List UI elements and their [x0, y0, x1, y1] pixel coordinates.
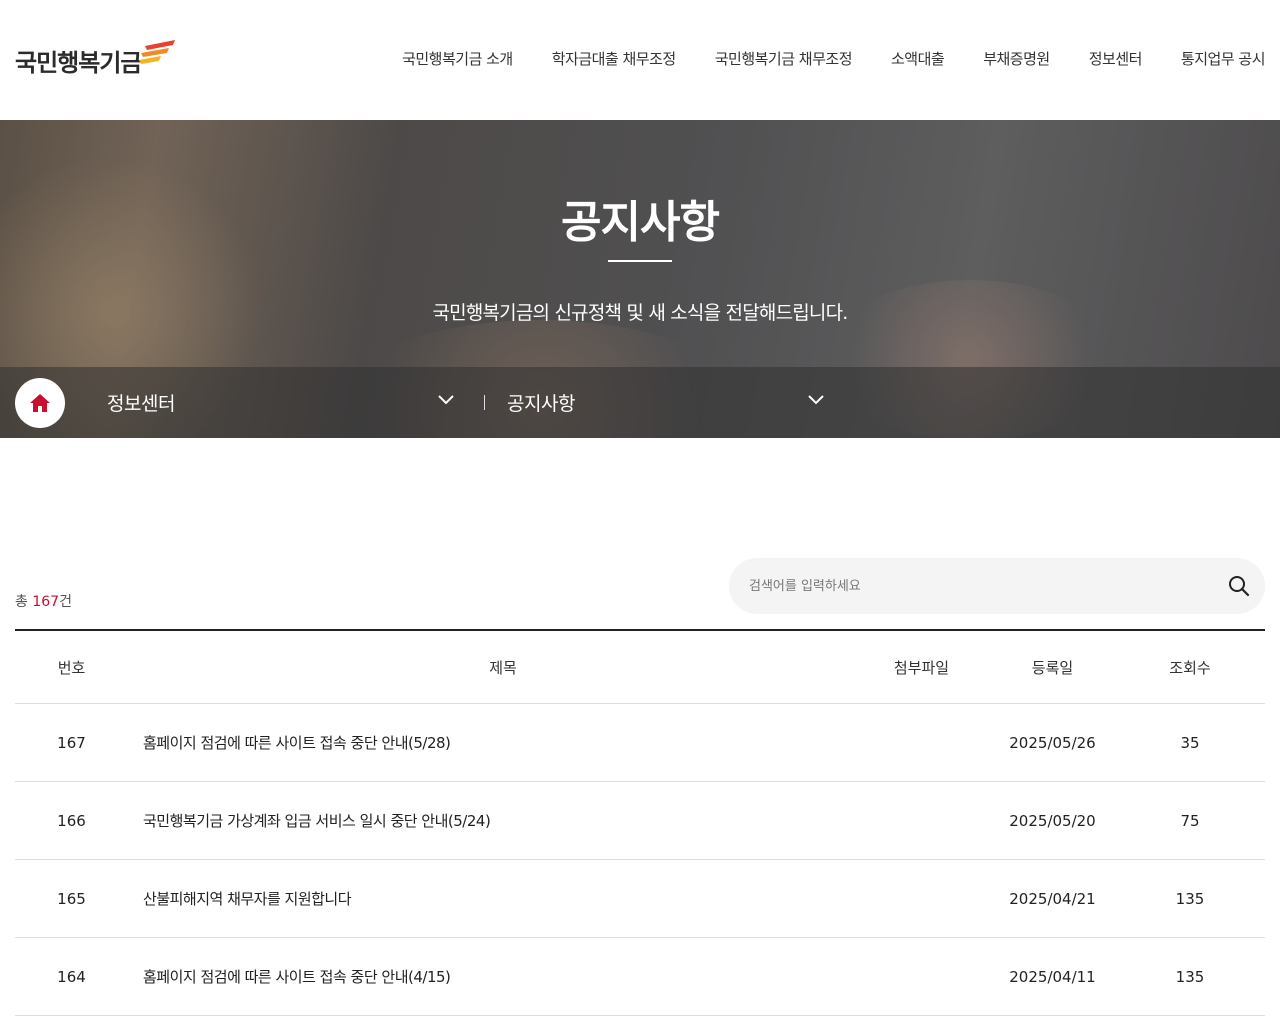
notice-table: 번호 제목 첨부파일 등록일 조회수 167 홈페이지 점검에 따른 사이트 접… [15, 629, 1265, 1016]
row-title-link[interactable]: 홈페이지 점검에 따른 사이트 접속 중단 안내(4/15) [143, 968, 451, 986]
main-nav: 국민행복기금 소개 학자금대출 채무조정 국민행복기금 채무조정 소액대출 부채… [363, 48, 1265, 69]
site-logo[interactable]: 국민행복기금 [15, 38, 175, 82]
breadcrumb-depth2[interactable]: 공지사항 [507, 389, 575, 416]
page-subtitle: 국민행복기금의 신규정책 및 새 소식을 전달해드립니다. [432, 302, 848, 324]
count-prefix: 총 [15, 594, 28, 610]
nav-item-microloan[interactable]: 소액대출 [891, 48, 945, 69]
chevron-down-icon[interactable] [436, 393, 456, 407]
table-row: 164 홈페이지 점검에 따른 사이트 접속 중단 안내(4/15) 2025/… [15, 938, 1265, 1016]
row-views: 135 [1175, 967, 1205, 986]
search-box [729, 558, 1265, 614]
table-header: 번호 제목 첨부파일 등록일 조회수 [15, 631, 1265, 704]
column-header-attachment: 첨부파일 [893, 658, 950, 677]
breadcrumb-separator [484, 395, 485, 410]
row-views: 75 [1180, 811, 1200, 830]
row-views: 135 [1175, 889, 1205, 908]
nav-item-info-center[interactable]: 정보센터 [1089, 48, 1143, 69]
home-button[interactable] [15, 378, 65, 428]
column-header-views: 조회수 [1169, 658, 1211, 677]
row-date: 2025/05/26 [1009, 733, 1096, 752]
table-row: 166 국민행복기금 가상계좌 입금 서비스 일시 중단 안내(5/24) 20… [15, 782, 1265, 860]
column-header-title: 제목 [489, 658, 517, 677]
nav-item-debt-certificate[interactable]: 부채증명원 [983, 48, 1050, 69]
row-date: 2025/04/21 [1009, 889, 1096, 908]
column-header-number: 번호 [57, 658, 86, 677]
nav-item-student-loan[interactable]: 학자금대출 채무조정 [552, 48, 676, 69]
site-header: 국민행복기금 국민행복기금 소개 학자금대출 채무조정 국민행복기금 채무조정 … [0, 0, 1280, 120]
nav-item-intro[interactable]: 국민행복기금 소개 [402, 48, 513, 69]
row-date: 2025/05/20 [1009, 811, 1096, 830]
home-icon [30, 394, 50, 412]
title-divider [608, 260, 672, 262]
count-number: 167 [32, 594, 60, 610]
row-number: 165 [57, 889, 86, 908]
row-number: 164 [57, 967, 86, 986]
page-title: 공지사항 [561, 197, 720, 248]
column-header-date: 등록일 [1031, 658, 1074, 677]
count-suffix: 건 [59, 594, 72, 610]
search-icon[interactable] [1227, 574, 1251, 598]
breadcrumb-depth1[interactable]: 정보센터 [107, 389, 175, 416]
nav-item-notice-disclosure[interactable]: 통지업무 공시 [1181, 48, 1266, 69]
row-number: 167 [57, 733, 86, 752]
hero-banner: 공지사항 국민행복기금의 신규정책 및 새 소식을 전달해드립니다. 정보센터 … [0, 120, 1280, 438]
row-number: 166 [57, 811, 86, 830]
table-row: 167 홈페이지 점검에 따른 사이트 접속 중단 안내(5/28) 2025/… [15, 704, 1265, 782]
total-count: 총 167건 [15, 591, 72, 611]
table-row: 165 산불피해지역 채무자를 지원합니다 2025/04/21 135 [15, 860, 1265, 938]
logo-text: 국민행복기금 [15, 48, 142, 77]
chevron-down-icon[interactable] [806, 393, 826, 407]
row-title-link[interactable]: 국민행복기금 가상계좌 입금 서비스 일시 중단 안내(5/24) [143, 812, 491, 830]
logo-mark-icon [139, 40, 175, 64]
breadcrumb: 정보센터 공지사항 [0, 367, 1280, 438]
row-title-link[interactable]: 산불피해지역 채무자를 지원합니다 [143, 890, 352, 908]
row-title-link[interactable]: 홈페이지 점검에 따른 사이트 접속 중단 안내(5/28) [143, 734, 451, 752]
row-views: 35 [1180, 733, 1200, 752]
row-date: 2025/04/11 [1009, 967, 1096, 986]
search-input[interactable] [749, 558, 1209, 614]
nav-item-debt-adjustment[interactable]: 국민행복기금 채무조정 [715, 48, 853, 69]
